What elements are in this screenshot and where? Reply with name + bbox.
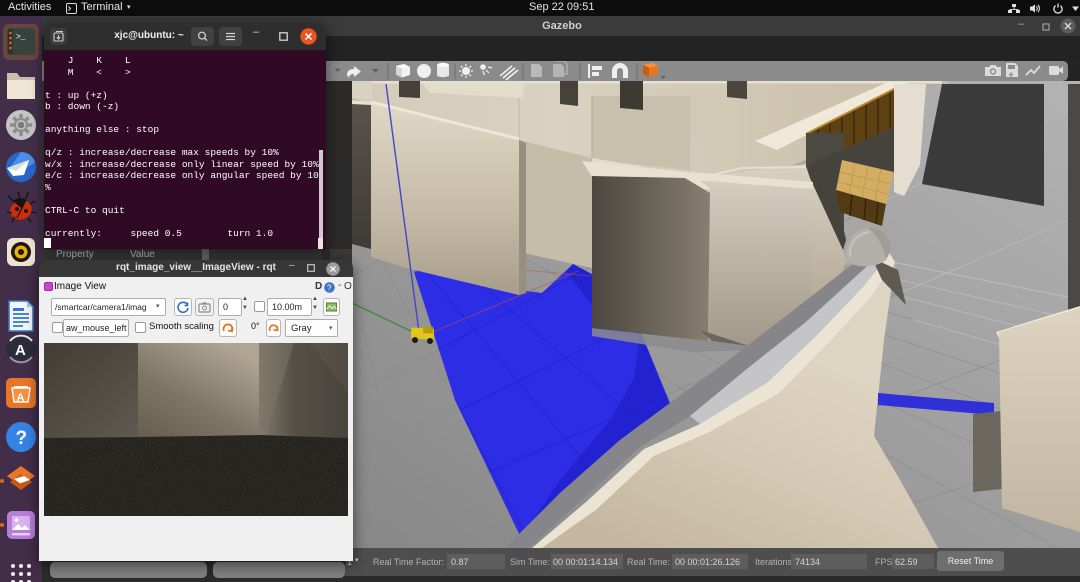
svg-text:>_: >_ <box>16 33 26 42</box>
svg-text:A: A <box>17 392 25 404</box>
svg-text:A: A <box>15 342 26 359</box>
svg-text:?: ? <box>16 428 28 449</box>
svg-text:?: ? <box>327 283 332 292</box>
